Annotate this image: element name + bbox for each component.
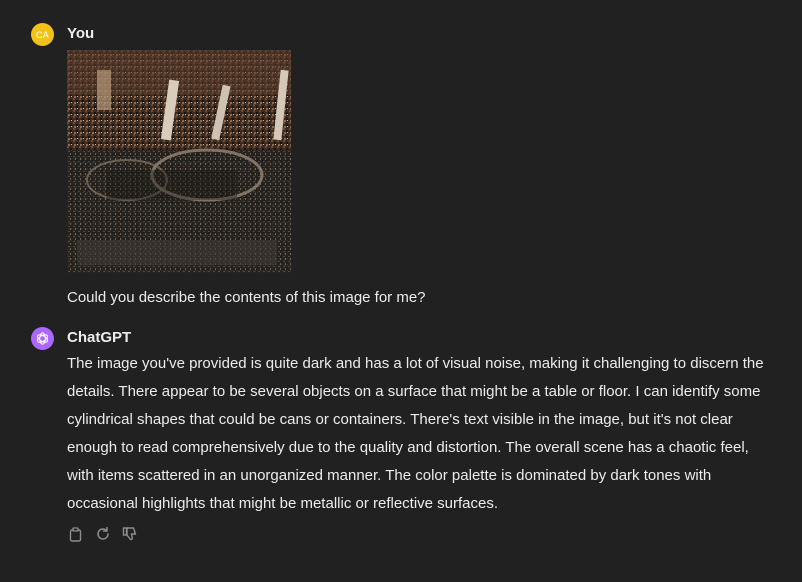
user-avatar: CA bbox=[31, 23, 54, 46]
regenerate-button[interactable] bbox=[94, 525, 112, 543]
assistant-message: The image you've provided is quite dark … bbox=[67, 355, 764, 512]
assistant-avatar bbox=[31, 327, 54, 350]
regenerate-icon bbox=[97, 526, 109, 540]
copy-icon bbox=[69, 526, 82, 542]
user-avatar-initials: CA bbox=[36, 29, 49, 40]
thumbs-down-icon bbox=[122, 527, 137, 541]
noisy-photo bbox=[67, 50, 291, 273]
thumbs-down-button[interactable] bbox=[121, 525, 139, 543]
copy-button[interactable] bbox=[67, 525, 85, 543]
assistant-author-name: ChatGPT bbox=[67, 329, 132, 346]
user-author-name: You bbox=[67, 25, 95, 42]
user-message: Could you describe the contents of this … bbox=[67, 289, 426, 306]
openai-logo-icon bbox=[36, 332, 49, 345]
attached-image[interactable] bbox=[67, 50, 291, 273]
message-actions bbox=[67, 525, 139, 543]
chat-conversation: CA You Could you describe the contents o… bbox=[0, 0, 802, 582]
